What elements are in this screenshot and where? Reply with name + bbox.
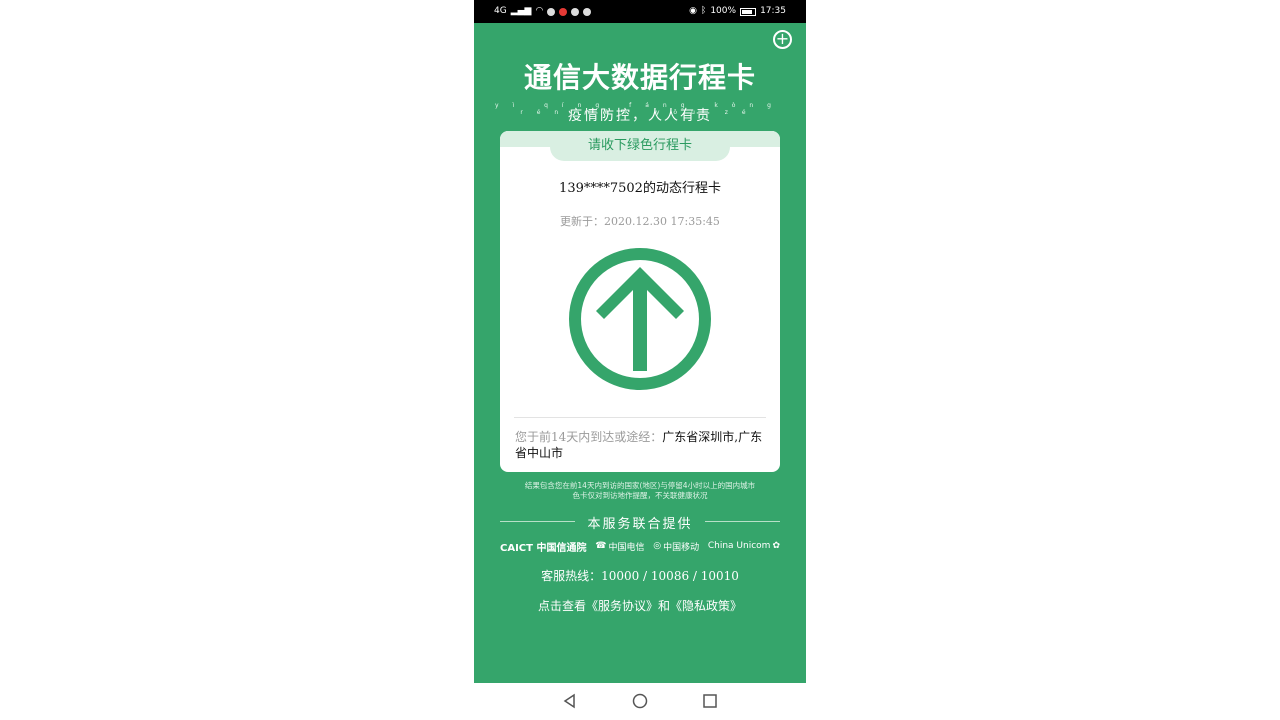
back-icon[interactable] <box>562 693 578 709</box>
provider-logos: CAICT 中国信通院 ☎ 中国电信 ◎ 中国移动 China Unicom ✿ <box>500 537 780 555</box>
china-telecom-logo: ☎ 中国电信 <box>595 540 644 553</box>
system-nav-bar <box>474 683 806 720</box>
add-icon[interactable]: + <box>773 30 792 49</box>
card-divider <box>514 417 766 418</box>
green-arrow-icon <box>568 247 712 391</box>
provider-heading: 本服务联合提供 <box>500 512 780 532</box>
clock: 17:35 <box>760 6 786 16</box>
notice-line-2: 色卡仅对到访地作提醒，不关联健康状况 <box>572 491 708 500</box>
caict-logo: CAICT 中国信通院 <box>500 539 586 554</box>
itinerary-card: 请收下绿色行程卡 139****7502的动态行程卡 更新于：2020.12.3… <box>500 131 780 472</box>
china-mobile-logo: ◎ 中国移动 <box>653 540 699 553</box>
status-right: ◉ ᛒ 100% 17:35 <box>689 0 786 23</box>
card-tab-label: 请收下绿色行程卡 <box>550 131 730 161</box>
app-notification-icon <box>547 7 556 16</box>
page-title: 通信大数据行程卡 <box>523 61 756 94</box>
mobile-logo-text: 中国移动 <box>663 542 700 553</box>
telecom-logo-text: 中国电信 <box>608 542 645 553</box>
app-badge-icon <box>559 7 568 16</box>
travel-history: 您于前14天内到达或途经：广东省深圳市,广东省中山市 <box>515 429 767 461</box>
china-unicom-logo: China Unicom ✿ <box>708 541 780 551</box>
signal-bars-icon: ▂▄▆ <box>510 6 532 16</box>
messenger-icon <box>583 7 592 16</box>
telecom-icon: ☎ <box>595 541 607 551</box>
status-left: 4G ▂▄▆ ◠ <box>494 0 592 23</box>
hotline-text: 客服热线：10000 / 10086 / 10010 <box>541 569 739 583</box>
whatsapp-icon <box>571 7 580 16</box>
battery-percent: 100% <box>710 6 737 16</box>
eye-icon: ◉ <box>689 6 697 16</box>
terms-privacy-link[interactable]: 点击查看《服务协议》和《隐私政策》 <box>474 597 806 614</box>
notice-line-1: 结果包含您在前14天内到访的国家(地区)与停留4小时以上的国内城市 <box>524 481 756 490</box>
travel-prefix: 您于前14天内到达或途经： <box>515 430 663 444</box>
home-icon[interactable] <box>632 693 648 709</box>
battery-icon <box>740 7 757 16</box>
caict-logo-text: CAICT 中国信通院 <box>500 542 587 554</box>
updated-timestamp: 更新于：2020.12.30 17:35:45 <box>560 215 720 228</box>
provider-label: 本服务联合提供 <box>587 517 693 532</box>
notice-text: 结果包含您在前14天内到访的国家(地区)与停留4小时以上的国内城市 色卡仅对到访… <box>494 481 786 501</box>
recents-icon[interactable] <box>702 693 718 709</box>
phone-number-line: 139****7502的动态行程卡 <box>559 181 721 196</box>
bluetooth-icon: ᛒ <box>700 6 707 16</box>
status-bar: 4G ▂▄▆ ◠ ◉ ᛒ 100% 17:35 <box>474 0 806 23</box>
unicom-icon: ✿ <box>772 541 780 551</box>
signal-icon: 4G <box>494 6 507 16</box>
unicom-logo-text: China Unicom <box>707 541 771 551</box>
page-subtitle: 疫情防控，人人有责 <box>568 108 712 124</box>
phone-screen: 4G ▂▄▆ ◠ ◉ ᛒ 100% 17:35 + 通信大数据行程卡 yì qí… <box>474 0 806 720</box>
mobile-icon: ◎ <box>653 541 662 551</box>
wifi-icon: ◠ <box>535 6 544 16</box>
